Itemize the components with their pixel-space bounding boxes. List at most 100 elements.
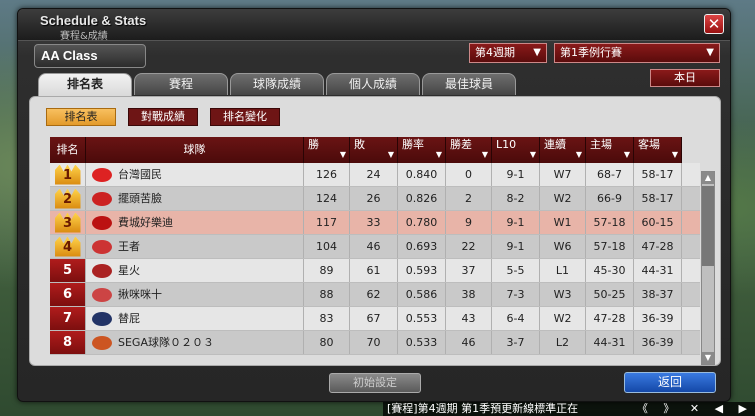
rank-cell: 4 [50,235,86,258]
header-pct[interactable]: 勝率 ▼ [398,137,446,163]
team-name: 費城好樂迪 [118,216,173,229]
team-name: 替屁 [118,312,140,325]
cell-w: 117 [304,211,350,234]
standings-table: 排名 球隊 勝 ▼ 敗 ▼ 勝率 ▼ 勝差 ▼ L10 ▼ 連續 ▼ 主場 ▼ 客場 ▼ 1 台灣… [50,137,700,365]
today-button[interactable]: 本日 [650,69,720,87]
sort-icon: ▼ [575,150,582,159]
rank-badge: 6 [50,283,85,306]
team-logo-icon [92,311,112,326]
header-wins[interactable]: 勝 ▼ [304,137,350,163]
cell-pct: 0.840 [398,163,446,186]
rank-cell: 7 [50,307,86,330]
cell-streak: L2 [540,331,586,354]
cell-home: 45-30 [586,259,634,282]
scroll-thumb[interactable] [702,186,714,266]
cell-gb: 37 [446,259,492,282]
team-cell: 擺頭苦臉 [86,187,304,210]
table-header: 排名 球隊 勝 ▼ 敗 ▼ 勝率 ▼ 勝差 ▼ L10 ▼ 連續 ▼ 主場 ▼ 客場 ▼ [50,137,700,163]
crown-icon: 1 [54,164,81,185]
rank-cell: 2 [50,187,86,210]
cell-pct: 0.826 [398,187,446,210]
cell-streak: W2 [540,187,586,210]
tab-player-stats[interactable]: 個人成績 [326,73,420,95]
cell-l: 46 [350,235,398,258]
schedule-stats-window: Schedule & Stats 賽程&成績 ✕ AA Class 第4週期 ▼… [17,8,731,402]
cell-l: 67 [350,307,398,330]
cell-l: 33 [350,211,398,234]
cell-w: 124 [304,187,350,210]
header-losses[interactable]: 敗 ▼ [350,137,398,163]
rank-badge: 8 [50,331,85,354]
cell-l: 62 [350,283,398,306]
header-streak[interactable]: 連續 ▼ [540,137,586,163]
close-icon: ✕ [707,15,721,33]
table-row[interactable]: 2 擺頭苦臉 124 26 0.826 2 8-2 W2 66-9 58-17 [50,187,700,211]
crown-icon: 2 [54,188,81,209]
cell-streak: W1 [540,211,586,234]
table-row[interactable]: 4 王者 104 46 0.693 22 9-1 W6 57-18 47-28 [50,235,700,259]
team-name: 揪咪咪十 [118,288,162,301]
tab-schedule[interactable]: 賽程 [134,73,228,95]
cell-home: 68-7 [586,163,634,186]
header-rank[interactable]: 排名 [50,137,86,163]
cell-home: 44-31 [586,331,634,354]
table-row[interactable]: 7 替屁 83 67 0.553 43 6-4 W2 47-28 36-39 [50,307,700,331]
team-cell: 王者 [86,235,304,258]
table-row[interactable]: 1 台灣國民 126 24 0.840 0 9-1 W7 68-7 58-17 [50,163,700,187]
back-button[interactable]: 返回 [624,372,716,393]
rank-cell: 3 [50,211,86,234]
title-bar: Schedule & Stats 賽程&成績 ✕ [18,9,730,42]
close-button[interactable]: ✕ [704,14,724,34]
header-team[interactable]: 球隊 [86,137,304,163]
scroll-down-icon[interactable]: ▼ [702,352,714,364]
sort-icon: ▼ [623,150,630,159]
team-cell: 台灣國民 [86,163,304,186]
cell-gb: 22 [446,235,492,258]
table-scrollbar[interactable]: ▲ ▼ [701,171,715,365]
window-title: Schedule & Stats [40,13,147,28]
table-row[interactable]: 5 星火 89 61 0.593 37 5-5 L1 45-30 44-31 [50,259,700,283]
week-dropdown-value: 第4週期 [475,46,515,59]
week-dropdown[interactable]: 第4週期 ▼ [469,43,547,63]
cell-l10: 9-1 [492,211,540,234]
header-home[interactable]: 主場 ▼ [586,137,634,163]
subtab-head-to-head[interactable]: 對戰成績 [128,108,198,126]
table-row[interactable]: 3 費城好樂迪 117 33 0.780 9 9-1 W1 57-18 60-15 [50,211,700,235]
team-logo-icon [92,167,112,182]
cell-l10: 9-1 [492,235,540,258]
sort-icon: ▼ [339,150,346,159]
tab-team-stats[interactable]: 球隊成績 [230,73,324,95]
table-row[interactable]: 6 揪咪咪十 88 62 0.586 38 7-3 W3 50-25 38-37 [50,283,700,307]
cell-l10: 9-1 [492,163,540,186]
rank-cell: 5 [50,259,86,282]
table-row[interactable]: 8 SEGA球隊０２０３ 80 70 0.533 46 3-7 L2 44-31 36-39 [50,331,700,355]
subtab-standings[interactable]: 排名表 [46,108,116,126]
rank-cell: 8 [50,331,86,354]
subtab-rank-changes[interactable]: 排名變化 [210,108,280,126]
cell-gb: 38 [446,283,492,306]
cell-l10: 8-2 [492,187,540,210]
scroll-up-icon[interactable]: ▲ [702,172,714,184]
cell-away: 47-28 [634,235,682,258]
sort-icon: ▼ [481,150,488,159]
window-subtitle: 賽程&成績 [60,31,108,42]
header-away[interactable]: 客場 ▼ [634,137,682,163]
chevron-down-icon: ▼ [706,47,714,58]
header-gb[interactable]: 勝差 ▼ [446,137,492,163]
cell-l: 24 [350,163,398,186]
tab-best-players[interactable]: 最佳球員 [422,73,516,95]
cell-streak: W3 [540,283,586,306]
reset-button[interactable]: 初始設定 [329,373,421,393]
cell-l10: 6-4 [492,307,540,330]
cell-streak: L1 [540,259,586,282]
cell-l: 61 [350,259,398,282]
cell-gb: 46 [446,331,492,354]
rank-cell: 1 [50,163,86,186]
header-l10[interactable]: L10 ▼ [492,137,540,163]
standings-panel: 排名表 對戰成績 排名變化 排名 球隊 勝 ▼ 敗 ▼ 勝率 ▼ 勝差 ▼ L10 ▼ 連… [29,96,721,366]
cell-pct: 0.533 [398,331,446,354]
season-dropdown[interactable]: 第1季例行賽 ▼ [554,43,720,63]
tab-standings[interactable]: 排名表 [38,73,132,97]
table-body: 1 台灣國民 126 24 0.840 0 9-1 W7 68-7 58-17 2 擺頭苦臉 124 26… [50,163,700,355]
ticker-controls[interactable]: 《 》 ✕ ◀ ▶ [637,402,753,416]
